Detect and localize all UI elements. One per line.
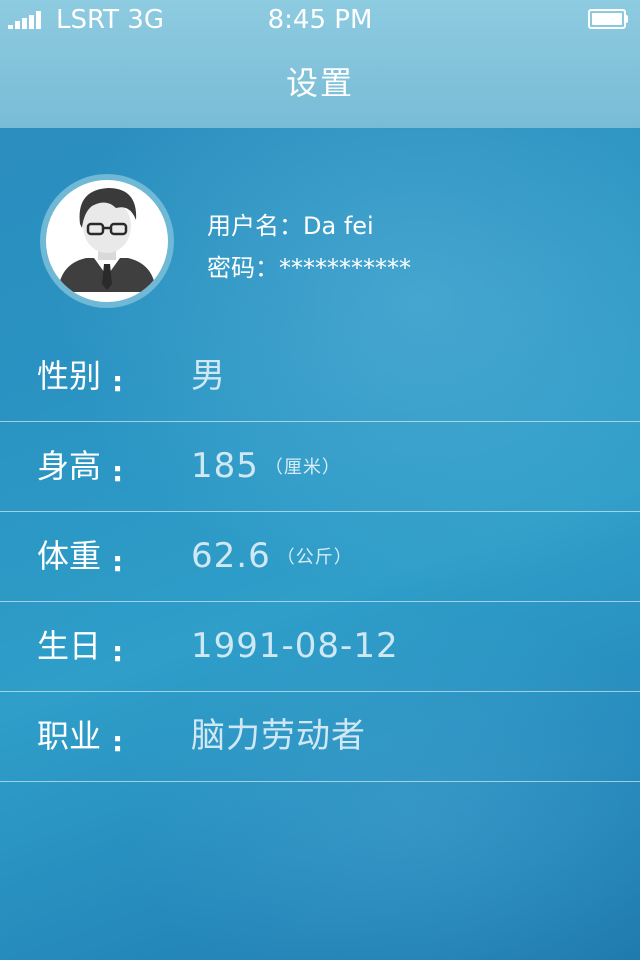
field-value: 男 (191, 332, 226, 421)
field-label: 体重 (37, 537, 102, 575)
field-value: 185 （厘米） (191, 422, 341, 516)
username-label: 用户名： (207, 212, 303, 240)
field-row-occupation[interactable]: 职业 : 脑力劳动者 (0, 692, 640, 782)
field-value: 脑力劳动者 (191, 692, 366, 781)
field-row-birthday[interactable]: 生日 : 1991-08-12 (0, 602, 640, 692)
battery-icon (588, 9, 628, 29)
password-value: *********** (279, 254, 411, 282)
field-label: 职业 (37, 717, 102, 755)
field-colon: : (112, 455, 124, 488)
field-label: 性别 (37, 357, 102, 395)
field-row-height[interactable]: 身高 : 185 （厘米） (0, 422, 640, 512)
field-value-text: 男 (191, 356, 226, 396)
businessman-avatar-icon (58, 188, 156, 292)
account-info: 用户名： Da fei 密码： *********** (207, 205, 411, 289)
field-label: 生日 (37, 627, 102, 665)
field-row-weight[interactable]: 体重 : 62.6 （公斤） (0, 512, 640, 602)
field-row-gender[interactable]: 性别 : 男 (0, 332, 640, 422)
field-value-text: 脑力劳动者 (191, 716, 366, 756)
profile-fields: 性别 : 男 身高 : 185 （厘米） 体重 : 62.6 （公斤） 生日 : 1… (0, 332, 640, 782)
status-bar: LSRT 3G 8:45 PM (0, 0, 640, 40)
field-colon: : (112, 545, 124, 578)
header-bar: LSRT 3G 8:45 PM 设置 (0, 0, 640, 128)
field-colon: : (112, 635, 124, 668)
field-value: 62.6 （公斤） (191, 512, 353, 606)
page-title: 设置 (285, 64, 354, 102)
field-label: 身高 (37, 447, 102, 485)
field-unit: （公斤） (276, 547, 353, 568)
field-value-text: 1991-08-12 (191, 626, 399, 666)
status-time: 8:45 PM (267, 5, 373, 35)
field-unit: （厘米） (264, 457, 341, 478)
avatar[interactable] (40, 174, 174, 308)
field-value: 1991-08-12 (191, 602, 399, 691)
field-colon: : (112, 725, 124, 758)
field-value-text: 185 (191, 446, 259, 486)
username-value: Da fei (303, 212, 374, 240)
password-label: 密码： (207, 254, 279, 282)
field-colon: : (112, 365, 124, 398)
field-value-text: 62.6 (191, 536, 271, 576)
